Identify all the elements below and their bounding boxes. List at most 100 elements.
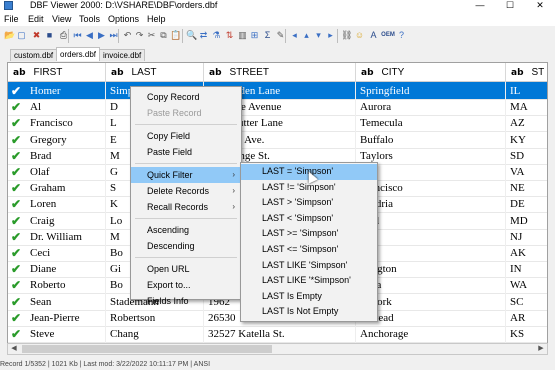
arrow-left-icon[interactable]: ◂ [289,30,300,41]
scroll-right-icon[interactable]: ▶ [535,344,547,354]
column-header-st[interactable]: ab ST [506,63,547,82]
menu-separator [135,124,237,125]
menu-item-label: Copy Field [147,131,191,141]
horizontal-scrollbar[interactable]: ◀ ▶ [7,343,548,355]
cell-street[interactable]: 32527 Katella St. [204,325,356,343]
field-type-icon: ab [511,68,524,78]
column-header-first[interactable]: ab FIRST [8,63,106,82]
replace-icon[interactable]: ⇄ [198,30,209,41]
submenu-arrow-icon: › [232,202,235,211]
cell-city[interactable]: Anchorage [356,325,506,343]
context-menu-item-quick-filter[interactable]: Quick Filter › [131,167,241,183]
menu-help[interactable]: Help [147,13,166,25]
context-menu-item-delete-records[interactable]: Delete Records › [131,183,241,199]
cell-last[interactable]: Chang [106,325,204,343]
column-header-last[interactable]: ab LAST [106,63,204,82]
column-name: ST [531,67,545,78]
context-menu-item-copy-record[interactable]: Copy Record [131,89,241,105]
tab-invoice-dbf[interactable]: invoice.dbf [99,49,146,61]
menu-item-label: Delete Records [147,186,210,196]
users-icon[interactable]: ☺ [354,30,365,41]
column-name: CITY [381,67,405,78]
app-icon [4,1,13,10]
font-icon[interactable]: A [368,30,379,41]
toolbar-separator [337,29,338,43]
find-icon[interactable]: 🔍 [186,30,197,41]
delete-icon[interactable]: ✖ [31,30,42,41]
paste-icon[interactable]: 📋 [170,30,181,41]
link-icon[interactable]: ⛓ [341,30,352,41]
column-header-street[interactable]: ab STREET [204,63,356,82]
field-type-icon: ab [209,68,222,78]
grid-header: ab FIRST ab LAST ab STREET ab CITY ab ST [8,63,547,82]
scrollbar-thumb[interactable] [22,345,272,353]
column-header-city[interactable]: ab CITY [356,63,506,82]
menu-item-label: Export to... [147,280,191,290]
toolbar-separator [118,29,119,43]
filter-icon[interactable]: ⚗ [211,30,222,41]
cell-first[interactable]: Steve [8,325,106,343]
menu-options[interactable]: Options [108,13,139,25]
tab-custom-dbf[interactable]: custom.dbf [10,49,58,61]
menu-item-label: Fields Info [147,296,189,306]
menu-edit[interactable]: Edit [28,13,44,25]
arrow-down-icon[interactable]: ▾ [313,30,324,41]
toolbar-separator [182,29,183,43]
menu-bar: File Edit View Tools Options Help [0,12,555,26]
quick-filter-option[interactable]: LAST > 'Simpson' [241,195,377,211]
redo-icon[interactable]: ↷ [134,30,145,41]
title-bar: DBF Viewer 2000: D:\VSHARE\DBF\orders.db… [0,0,555,12]
menu-item-label: Paste Field [147,147,193,157]
cut-icon[interactable]: ✂ [146,30,157,41]
sort-icon[interactable]: ⇅ [224,30,235,41]
quick-filter-option[interactable]: LAST Is Not Empty [241,304,377,320]
context-menu-item-copy-field[interactable]: Copy Field [131,128,241,144]
field-type-icon: ab [13,68,26,78]
columns-icon[interactable]: ▥ [237,30,248,41]
menu-item-label: Open URL [147,264,190,274]
scroll-left-icon[interactable]: ◀ [8,344,20,354]
arrow-up-icon[interactable]: ▴ [301,30,312,41]
help-icon[interactable]: ? [396,30,407,41]
minimize-button[interactable]: — [465,0,495,12]
context-menu-item-open-url[interactable]: Open URL [131,261,241,277]
menu-tools[interactable]: Tools [79,13,100,25]
submenu-arrow-icon: › [232,170,235,179]
copy-icon[interactable]: ⧉ [158,30,169,41]
quick-filter-option[interactable]: LAST LIKE '*Simpson' [241,273,377,289]
quick-filter-option[interactable]: LAST >= 'Simpson' [241,226,377,242]
first-record-icon[interactable]: ⏮ [72,30,83,41]
cell-st[interactable]: KS [506,325,547,343]
field-type-icon: ab [361,68,374,78]
open-folder-icon[interactable]: 📂 [4,30,15,41]
next-record-icon[interactable]: ▶ [96,30,107,41]
menu-item-label: Descending [147,241,195,251]
structure-icon[interactable]: ⊞ [249,30,260,41]
quick-filter-option[interactable]: LAST Is Empty [241,289,377,305]
new-file-icon[interactable]: ▢ [16,30,27,41]
context-menu-item-paste-field[interactable]: Paste Field [131,144,241,160]
prev-record-icon[interactable]: ◀ [84,30,95,41]
save-icon[interactable]: ■ [44,30,55,41]
menu-file[interactable]: File [4,13,19,25]
sum-icon[interactable]: Σ [262,30,273,41]
maximize-button[interactable]: ☐ [495,0,525,12]
menu-view[interactable]: View [52,13,71,25]
undo-icon[interactable]: ↶ [122,30,133,41]
context-menu-item-export-to[interactable]: Export to... [131,277,241,293]
arrow-right-icon[interactable]: ▸ [325,30,336,41]
table-row[interactable]: ✔ Steve Chang 32527 Katella St. Anchorage KS [8,325,547,343]
menu-separator [135,218,237,219]
quick-filter-option[interactable]: LAST < 'Simpson' [241,211,377,227]
context-menu-item-paste-record: Paste Record [131,105,241,121]
quick-filter-option[interactable]: LAST LIKE 'Simpson' [241,258,377,274]
menu-item-label: Recall Records [147,202,209,212]
close-button[interactable]: ✕ [525,0,555,12]
quick-filter-option[interactable]: LAST <= 'Simpson' [241,242,377,258]
context-menu-item-recall-records[interactable]: Recall Records › [131,199,241,215]
tab-orders-dbf[interactable]: orders.dbf [56,47,101,61]
context-menu-item-fields-info[interactable]: Fields Info [131,293,241,309]
context-menu-item-descending[interactable]: Descending [131,238,241,254]
oem-icon[interactable]: OEM [381,30,395,41]
context-menu-item-ascending[interactable]: Ascending [131,222,241,238]
